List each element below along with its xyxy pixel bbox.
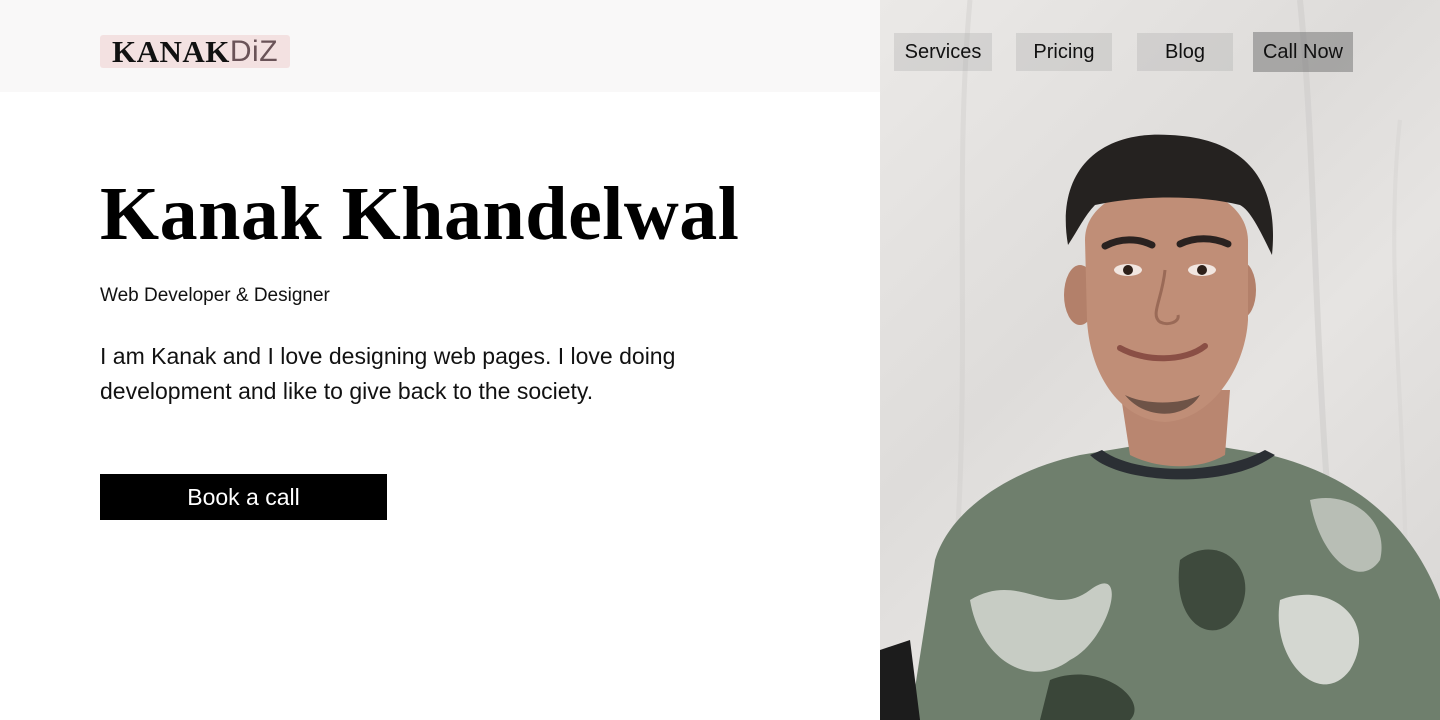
- nav-blog-link[interactable]: Blog: [1137, 33, 1233, 71]
- profile-photo: Services Pricing Blog Call Now: [880, 0, 1440, 720]
- page-title: Kanak Khandelwal: [100, 172, 740, 256]
- nav-services-link[interactable]: Services: [894, 33, 992, 71]
- logo-strong-text: KANAK: [112, 34, 230, 69]
- nav-pricing-label: Pricing: [1033, 40, 1095, 63]
- nav-blog-label: Blog: [1164, 40, 1206, 63]
- logo-light-text: DiZ: [229, 35, 279, 68]
- hero-subtitle: Web Developer & Designer: [100, 285, 330, 306]
- call-now-label: Call Now: [1262, 40, 1344, 63]
- book-call-button[interactable]: Book a call: [100, 474, 387, 520]
- portrait-illustration: [880, 0, 1440, 720]
- hero-content: KANAK DiZ Kanak Khandelwal Web Developer …: [0, 0, 880, 720]
- hero-intro: I am Kanak and I love designing web page…: [100, 343, 676, 404]
- nav-services-label: Services: [904, 40, 982, 63]
- site-logo[interactable]: KANAK DiZ: [100, 34, 291, 69]
- call-now-button[interactable]: Call Now: [1253, 32, 1353, 72]
- nav-pricing-link[interactable]: Pricing: [1016, 33, 1112, 71]
